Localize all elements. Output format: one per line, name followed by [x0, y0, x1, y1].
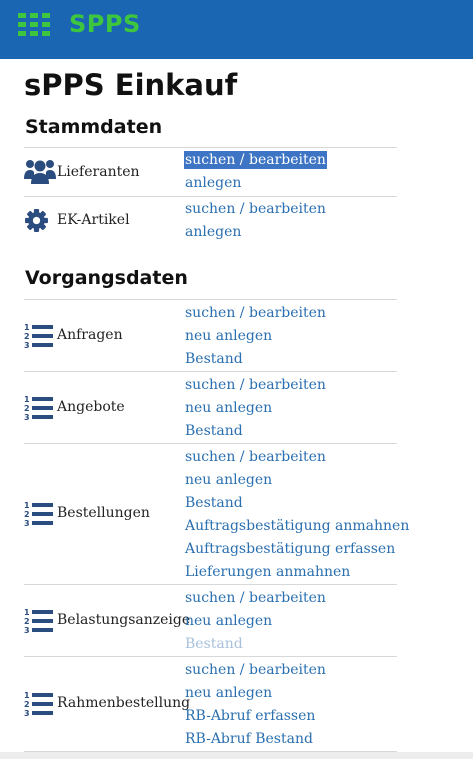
link-bestellungen-suchen-bearbeiten[interactable]: suchen / bearbeiten [185, 448, 326, 466]
svg-text:1: 1 [24, 501, 30, 510]
svg-text:1: 1 [24, 323, 30, 332]
divider [24, 443, 397, 444]
divider [24, 299, 397, 300]
row-label-lieferanten: Lieferanten [57, 164, 140, 180]
ordered-list-icon: 1 2 3 [24, 691, 53, 718]
link-bestellungen-neu-anlegen[interactable]: neu anlegen [185, 471, 272, 489]
link-rahmenbestellung-rb-abruf-bestand[interactable]: RB-Abruf Bestand [185, 730, 313, 748]
divider [24, 196, 397, 197]
svg-text:2: 2 [24, 700, 30, 709]
link-angebote-suchen-bearbeiten[interactable]: suchen / bearbeiten [185, 376, 326, 394]
link-angebote-bestand[interactable]: Bestand [185, 422, 243, 440]
link-rahmenbestellung-suchen-bearbeiten[interactable]: suchen / bearbeiten [185, 661, 326, 679]
link-lieferanten-anlegen[interactable]: anlegen [185, 174, 241, 192]
page-title: sPPS Einkauf [24, 68, 238, 102]
link-anfragen-suchen-bearbeiten[interactable]: suchen / bearbeiten [185, 304, 326, 322]
top-navigation-bar: SPPS [0, 0, 473, 59]
link-ek-artikel-suchen-bearbeiten[interactable]: suchen / bearbeiten [185, 200, 326, 218]
section-title-vorgangsdaten: Vorgangsdaten [25, 267, 188, 289]
brand-logo[interactable]: SPPS [69, 10, 141, 38]
ordered-list-icon: 1 2 3 [24, 501, 53, 528]
link-bestellungen-bestand[interactable]: Bestand [185, 494, 243, 512]
row-label-angebote: Angebote [57, 399, 125, 415]
svg-text:3: 3 [24, 519, 30, 528]
row-label-bestellungen: Bestellungen [57, 505, 150, 521]
section-title-stammdaten: Stammdaten [25, 116, 163, 138]
divider [24, 584, 397, 585]
row-label-anfragen: Anfragen [57, 327, 123, 343]
row-label-rahmenbestellung: Rahmenbestellung [57, 695, 191, 711]
row-label-belastungsanzeige: Belastungsanzeige [57, 612, 191, 628]
link-bestellungen-lieferungen-anmahnen[interactable]: Lieferungen anmahnen [185, 563, 350, 581]
link-lieferanten-suchen-bearbeiten[interactable]: suchen / bearbeiten [184, 151, 327, 169]
svg-text:2: 2 [24, 404, 30, 413]
svg-text:2: 2 [24, 617, 30, 626]
svg-text:3: 3 [24, 341, 30, 350]
svg-text:1: 1 [24, 691, 30, 700]
link-rahmenbestellung-rb-abruf-erfassen[interactable]: RB-Abruf erfassen [185, 707, 315, 725]
link-belastungsanzeige-neu-anlegen[interactable]: neu anlegen [185, 612, 272, 630]
bottom-strip [0, 752, 473, 759]
svg-text:3: 3 [24, 709, 30, 718]
link-ek-artikel-anlegen[interactable]: anlegen [185, 223, 241, 241]
divider [24, 656, 397, 657]
svg-text:2: 2 [24, 332, 30, 341]
svg-text:3: 3 [24, 626, 30, 635]
row-label-ek-artikel: EK-Artikel [57, 212, 130, 228]
link-rahmenbestellung-neu-anlegen[interactable]: neu anlegen [185, 684, 272, 702]
divider [24, 147, 397, 148]
grid-menu-icon[interactable] [18, 13, 51, 36]
svg-text:1: 1 [24, 395, 30, 404]
ordered-list-icon: 1 2 3 [24, 323, 53, 350]
link-bestellungen-ab-erfassen[interactable]: Auftragsbestätigung erfassen [185, 540, 395, 558]
divider [24, 371, 397, 372]
svg-text:1: 1 [24, 608, 30, 617]
svg-text:2: 2 [24, 510, 30, 519]
users-icon [24, 160, 56, 184]
gear-icon [25, 209, 48, 232]
link-angebote-neu-anlegen[interactable]: neu anlegen [185, 399, 272, 417]
ordered-list-icon: 1 2 3 [24, 395, 53, 422]
ordered-list-icon: 1 2 3 [24, 608, 53, 635]
link-bestellungen-ab-anmahnen[interactable]: Auftragsbestätigung anmahnen [185, 517, 409, 535]
link-belastungsanzeige-suchen-bearbeiten[interactable]: suchen / bearbeiten [185, 589, 326, 607]
link-belastungsanzeige-bestand: Bestand [185, 636, 243, 652]
svg-text:3: 3 [24, 413, 30, 422]
link-anfragen-bestand[interactable]: Bestand [185, 350, 243, 368]
link-anfragen-neu-anlegen[interactable]: neu anlegen [185, 327, 272, 345]
